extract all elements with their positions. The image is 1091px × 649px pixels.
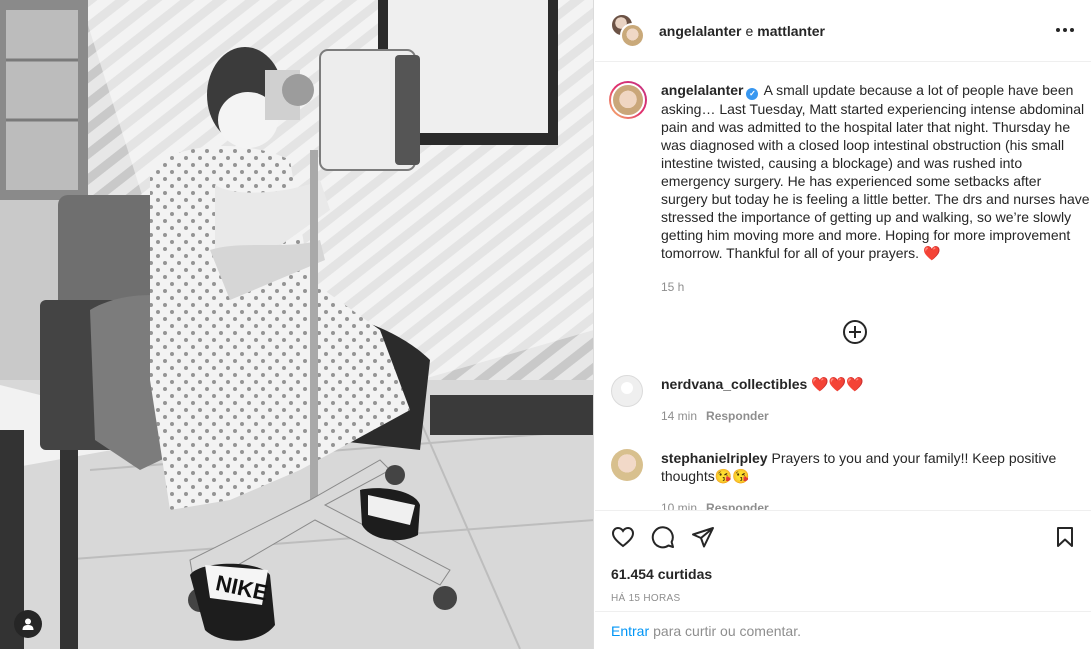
caption-username[interactable]: angelalanter: [661, 82, 743, 98]
share-icon[interactable]: [691, 525, 715, 549]
heart-icon[interactable]: [611, 525, 635, 549]
caption-text: A small update because a lot of people h…: [661, 82, 1090, 261]
hospital-photo: NIKE: [0, 0, 593, 649]
avatar[interactable]: [611, 375, 643, 407]
comment-item: stephanielripley Prayers to you and your…: [611, 449, 1081, 510]
comment-time[interactable]: 14 min: [661, 409, 697, 423]
post-authors: angelalanter e mattlanter: [659, 23, 825, 39]
post-caption: angelalanter ✓ A small update because a l…: [609, 81, 1091, 262]
author-connector: e: [745, 22, 754, 39]
post-header: angelalanter e mattlanter: [595, 0, 1091, 62]
person-tag-icon: [22, 618, 34, 630]
author-link-1[interactable]: angelalanter: [659, 23, 741, 39]
verified-badge-icon: ✓: [746, 88, 759, 100]
comment-time[interactable]: 10 min: [661, 501, 697, 510]
login-prompt-text: para curtir ou comentar.: [653, 622, 801, 639]
login-link[interactable]: Entrar: [611, 623, 649, 639]
caption-avatar[interactable]: [609, 81, 647, 119]
post-timestamp[interactable]: HÁ 15 HORAS: [611, 593, 680, 604]
comment-text: ❤️❤️❤️: [811, 376, 864, 392]
post-detail-panel: angelalanter e mattlanter angelalanter ✓ A …: [595, 0, 1091, 649]
login-prompt: Entrar para curtir ou comentar.: [595, 611, 1091, 649]
avatar[interactable]: [611, 449, 643, 481]
comment-icon[interactable]: [651, 525, 675, 549]
author-link-2[interactable]: mattlanter: [757, 23, 825, 39]
reply-button[interactable]: Responder: [706, 501, 769, 510]
comment-username[interactable]: nerdvana_collectibles: [661, 376, 807, 392]
avatar: [620, 22, 645, 48]
caption-text-block: angelalanter ✓ A small update because a l…: [661, 81, 1091, 262]
post-photo[interactable]: NIKE: [0, 0, 594, 649]
comment-item: nerdvana_collectibles ❤️❤️❤️ 14 min Respo…: [611, 375, 1081, 425]
plus-circle-icon[interactable]: [842, 319, 868, 345]
more-options-icon[interactable]: [1053, 20, 1077, 40]
collab-avatars[interactable]: [611, 13, 645, 48]
person-tag-button[interactable]: [14, 610, 42, 638]
comments-scroll-area[interactable]: angelalanter ✓ A small update because a l…: [595, 63, 1091, 510]
post-actions-section: 61.454 curtidas HÁ 15 HORAS: [595, 510, 1091, 611]
bookmark-icon[interactable]: [1053, 525, 1077, 549]
reply-button[interactable]: Responder: [706, 409, 769, 423]
caption-timestamp[interactable]: 15 h: [661, 280, 684, 294]
comment-username[interactable]: stephanielripley: [661, 450, 768, 466]
likes-count[interactable]: 61.454 curtidas: [611, 566, 712, 582]
